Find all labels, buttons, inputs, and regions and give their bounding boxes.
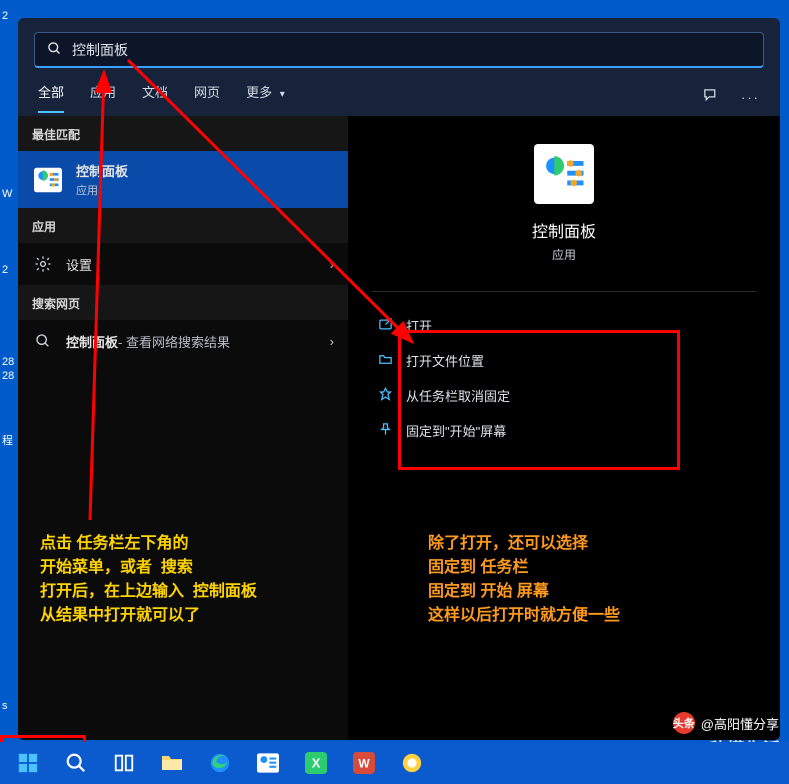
filter-tab-row: 全部 应用 文档 网页 更多 ▾ ··· [18,78,780,116]
annotation-left-text: 点击 任务栏左下角的 开始菜单，或者 搜索 打开后，在上边输入 控制面板 从结果… [40,532,257,628]
results-list: 最佳匹配 控制面板 应用 应用 设置 › 搜索网页 [18,116,348,740]
tab-web[interactable]: 网页 [194,82,220,113]
search-input[interactable]: 控制面板 [34,32,764,68]
results-main: 最佳匹配 控制面板 应用 应用 设置 › 搜索网页 [18,116,780,740]
search-row: 控制面板 [18,18,780,78]
tab-more-label: 更多 [246,85,272,100]
open-icon [376,317,394,335]
result-title: 设置 [66,255,92,274]
unpin-icon [376,387,394,405]
taskbar-app-yellow[interactable] [390,745,434,781]
result-subtitle: 应用 [76,182,128,198]
windows-search-panel: 控制面板 全部 应用 文档 网页 更多 ▾ ··· 最佳匹配 控制面板 [18,18,780,740]
svg-text:W: W [358,757,370,771]
attribution: 头条 @高阳懂分享 [673,712,779,734]
tab-all[interactable]: 全部 [38,82,64,113]
tab-apps[interactable]: 应用 [90,82,116,113]
attribution-author: @高阳懂分享 [701,714,779,733]
result-title: 控制面板 [66,332,118,351]
result-web-search[interactable]: 控制面板 - 查看网络搜索结果 › [18,320,348,362]
more-options-icon[interactable]: ··· [741,90,760,105]
action-open[interactable]: 打开 [348,308,780,343]
action-label: 固定到"开始"屏幕 [406,421,506,440]
search-icon [47,41,62,59]
attribution-badge: 头条 [673,712,695,734]
taskbar-app-red[interactable]: W [342,745,386,781]
feedback-icon[interactable] [702,87,719,107]
divider [372,291,756,292]
search-query-text: 控制面板 [72,40,128,60]
svg-text:X: X [312,756,321,771]
task-view-button[interactable] [102,745,146,781]
edge-text: 28 [2,370,14,382]
taskbar-control-panel[interactable] [246,745,290,781]
annotation-right-text: 除了打开，还可以选择 固定到 任务栏 固定到 开始 屏幕 这样以后打开时就方便一… [428,532,620,628]
pin-icon [376,422,394,440]
chevron-down-icon: ▾ [280,89,285,100]
control-panel-icon-large [534,144,594,204]
edge-text: 2 [2,10,8,22]
action-unpin-taskbar[interactable]: 从任务栏取消固定 [348,378,780,413]
attribution-badge-label: 头条 [673,715,695,731]
action-label: 打开 [406,316,432,335]
folder-icon [376,352,394,370]
edge-text: s [2,700,8,712]
chevron-right-icon: › [330,257,334,272]
taskbar-app-green[interactable]: X [294,745,338,781]
detail-subtitle: 应用 [552,246,576,263]
edge-text: W [2,188,12,200]
start-button[interactable] [6,745,50,781]
result-detail-pane: 控制面板 应用 打开 打开文件位置 [348,116,780,740]
action-list: 打开 打开文件位置 从任务栏取消固定 [348,302,780,454]
edge-text: 程 [2,432,13,448]
action-label: 从任务栏取消固定 [406,386,510,405]
tab-more[interactable]: 更多 ▾ [246,82,285,113]
section-web: 搜索网页 [18,285,348,320]
result-settings[interactable]: 设置 › [18,243,348,285]
search-button[interactable] [54,745,98,781]
action-pin-start[interactable]: 固定到"开始"屏幕 [348,413,780,448]
taskbar-edge[interactable] [198,745,242,781]
edge-text: 2 [2,264,8,276]
search-icon [32,330,54,352]
detail-title: 控制面板 [532,218,596,242]
section-apps: 应用 [18,208,348,243]
tab-docs[interactable]: 文档 [142,82,168,113]
result-suffix: - 查看网络搜索结果 [118,332,230,351]
action-open-file-location[interactable]: 打开文件位置 [348,343,780,378]
action-label: 打开文件位置 [406,351,484,370]
gear-icon [32,253,54,275]
result-best-control-panel[interactable]: 控制面板 应用 [18,151,348,208]
edge-text: 28 [2,356,14,368]
result-title: 控制面板 [76,161,128,180]
section-best-match: 最佳匹配 [18,116,348,151]
taskbar: X W [0,742,789,784]
chevron-right-icon: › [330,334,334,349]
desktop-edge: 2 W 2 28 28 程 s [0,0,20,784]
control-panel-icon [32,164,64,196]
taskbar-explorer[interactable] [150,745,194,781]
